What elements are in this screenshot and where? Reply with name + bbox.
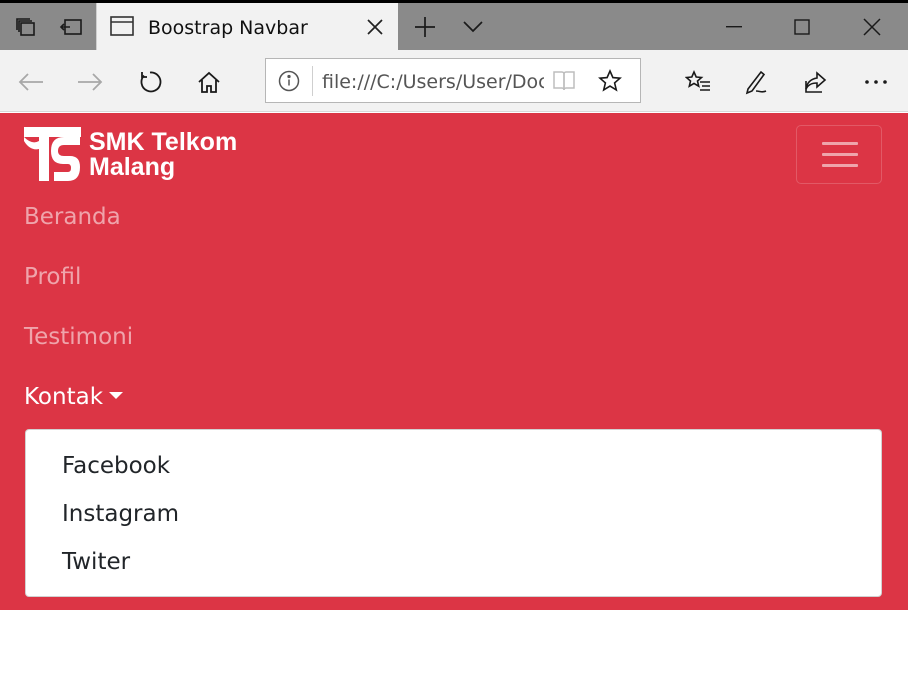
chevron-down-icon — [463, 20, 483, 33]
address-separator — [312, 66, 313, 96]
maximize-button[interactable] — [768, 3, 836, 50]
smk-telkom-logo — [24, 127, 81, 183]
share-button[interactable] — [794, 60, 838, 104]
dropdown-item-facebook[interactable]: Facebook — [62, 453, 170, 479]
minimize-button[interactable] — [700, 3, 768, 50]
page-icon — [110, 16, 134, 36]
forward-button[interactable] — [68, 60, 112, 104]
nav-link-kontak-dropdown[interactable]: Kontak — [24, 384, 124, 410]
refresh-icon — [138, 70, 162, 94]
caret-down-icon — [109, 392, 124, 399]
favorites-list-icon — [685, 70, 711, 94]
ellipsis-icon — [864, 79, 888, 85]
notes-button[interactable] — [735, 60, 779, 104]
nav-link-beranda[interactable]: Beranda — [24, 204, 121, 230]
close-icon — [863, 17, 881, 36]
navbar-brand[interactable]: SMK Telkom Malang — [24, 127, 237, 183]
browser-toolbar: file:///C:/Users/User/Documents/navbar.h… — [0, 50, 908, 112]
nav-link-profil[interactable]: Profil — [24, 264, 81, 290]
arrow-left-icon — [18, 72, 44, 92]
brand-line-2: Malang — [89, 153, 176, 181]
tab-actions-button[interactable] — [2, 3, 48, 50]
minimize-icon — [726, 25, 742, 28]
navbar-toggler-button[interactable] — [796, 125, 882, 184]
nav-link-testimoni[interactable]: Testimoni — [24, 324, 133, 350]
set-aside-icon — [59, 17, 83, 37]
browser-tab-bar: Boostrap Navbar — [0, 0, 908, 50]
info-icon[interactable] — [278, 70, 300, 92]
favorites-button[interactable] — [676, 60, 720, 104]
refresh-button[interactable] — [128, 60, 172, 104]
page-navbar: SMK Telkom Malang Beranda Profil Testimo… — [0, 113, 908, 610]
tabs-aside-icon — [14, 16, 36, 38]
dropdown-item-twiter[interactable]: Twiter — [62, 549, 130, 575]
kontak-dropdown-menu: Facebook Instagram Twiter — [25, 429, 882, 597]
close-window-button[interactable] — [838, 3, 906, 50]
more-button[interactable] — [854, 60, 898, 104]
brand-text: SMK Telkom Malang — [89, 130, 237, 180]
back-button[interactable] — [9, 60, 53, 104]
tab-title: Boostrap Navbar — [148, 17, 308, 39]
new-tab-button[interactable] — [402, 3, 448, 50]
address-url[interactable]: file:///C:/Users/User/Documents/navbar.h… — [322, 71, 544, 93]
home-button[interactable] — [187, 60, 231, 104]
plus-icon — [414, 16, 436, 38]
brand-line-1: SMK Telkom — [89, 128, 238, 156]
tab-boostrap-navbar[interactable]: Boostrap Navbar — [96, 3, 398, 50]
home-icon — [197, 71, 221, 93]
share-icon — [803, 70, 829, 94]
tab-list-button[interactable] — [450, 3, 496, 50]
nav-link-kontak-label: Kontak — [24, 384, 104, 410]
set-aside-tabs-button[interactable] — [48, 3, 94, 50]
pen-icon — [744, 69, 770, 95]
maximize-icon — [794, 18, 810, 35]
star-icon[interactable] — [598, 69, 622, 93]
tab-close-icon[interactable] — [366, 18, 384, 36]
dropdown-item-instagram[interactable]: Instagram — [62, 501, 179, 527]
address-bar[interactable]: file:///C:/Users/User/Documents/navbar.h… — [265, 58, 641, 103]
book-icon[interactable] — [552, 70, 576, 92]
arrow-right-icon — [77, 72, 103, 92]
